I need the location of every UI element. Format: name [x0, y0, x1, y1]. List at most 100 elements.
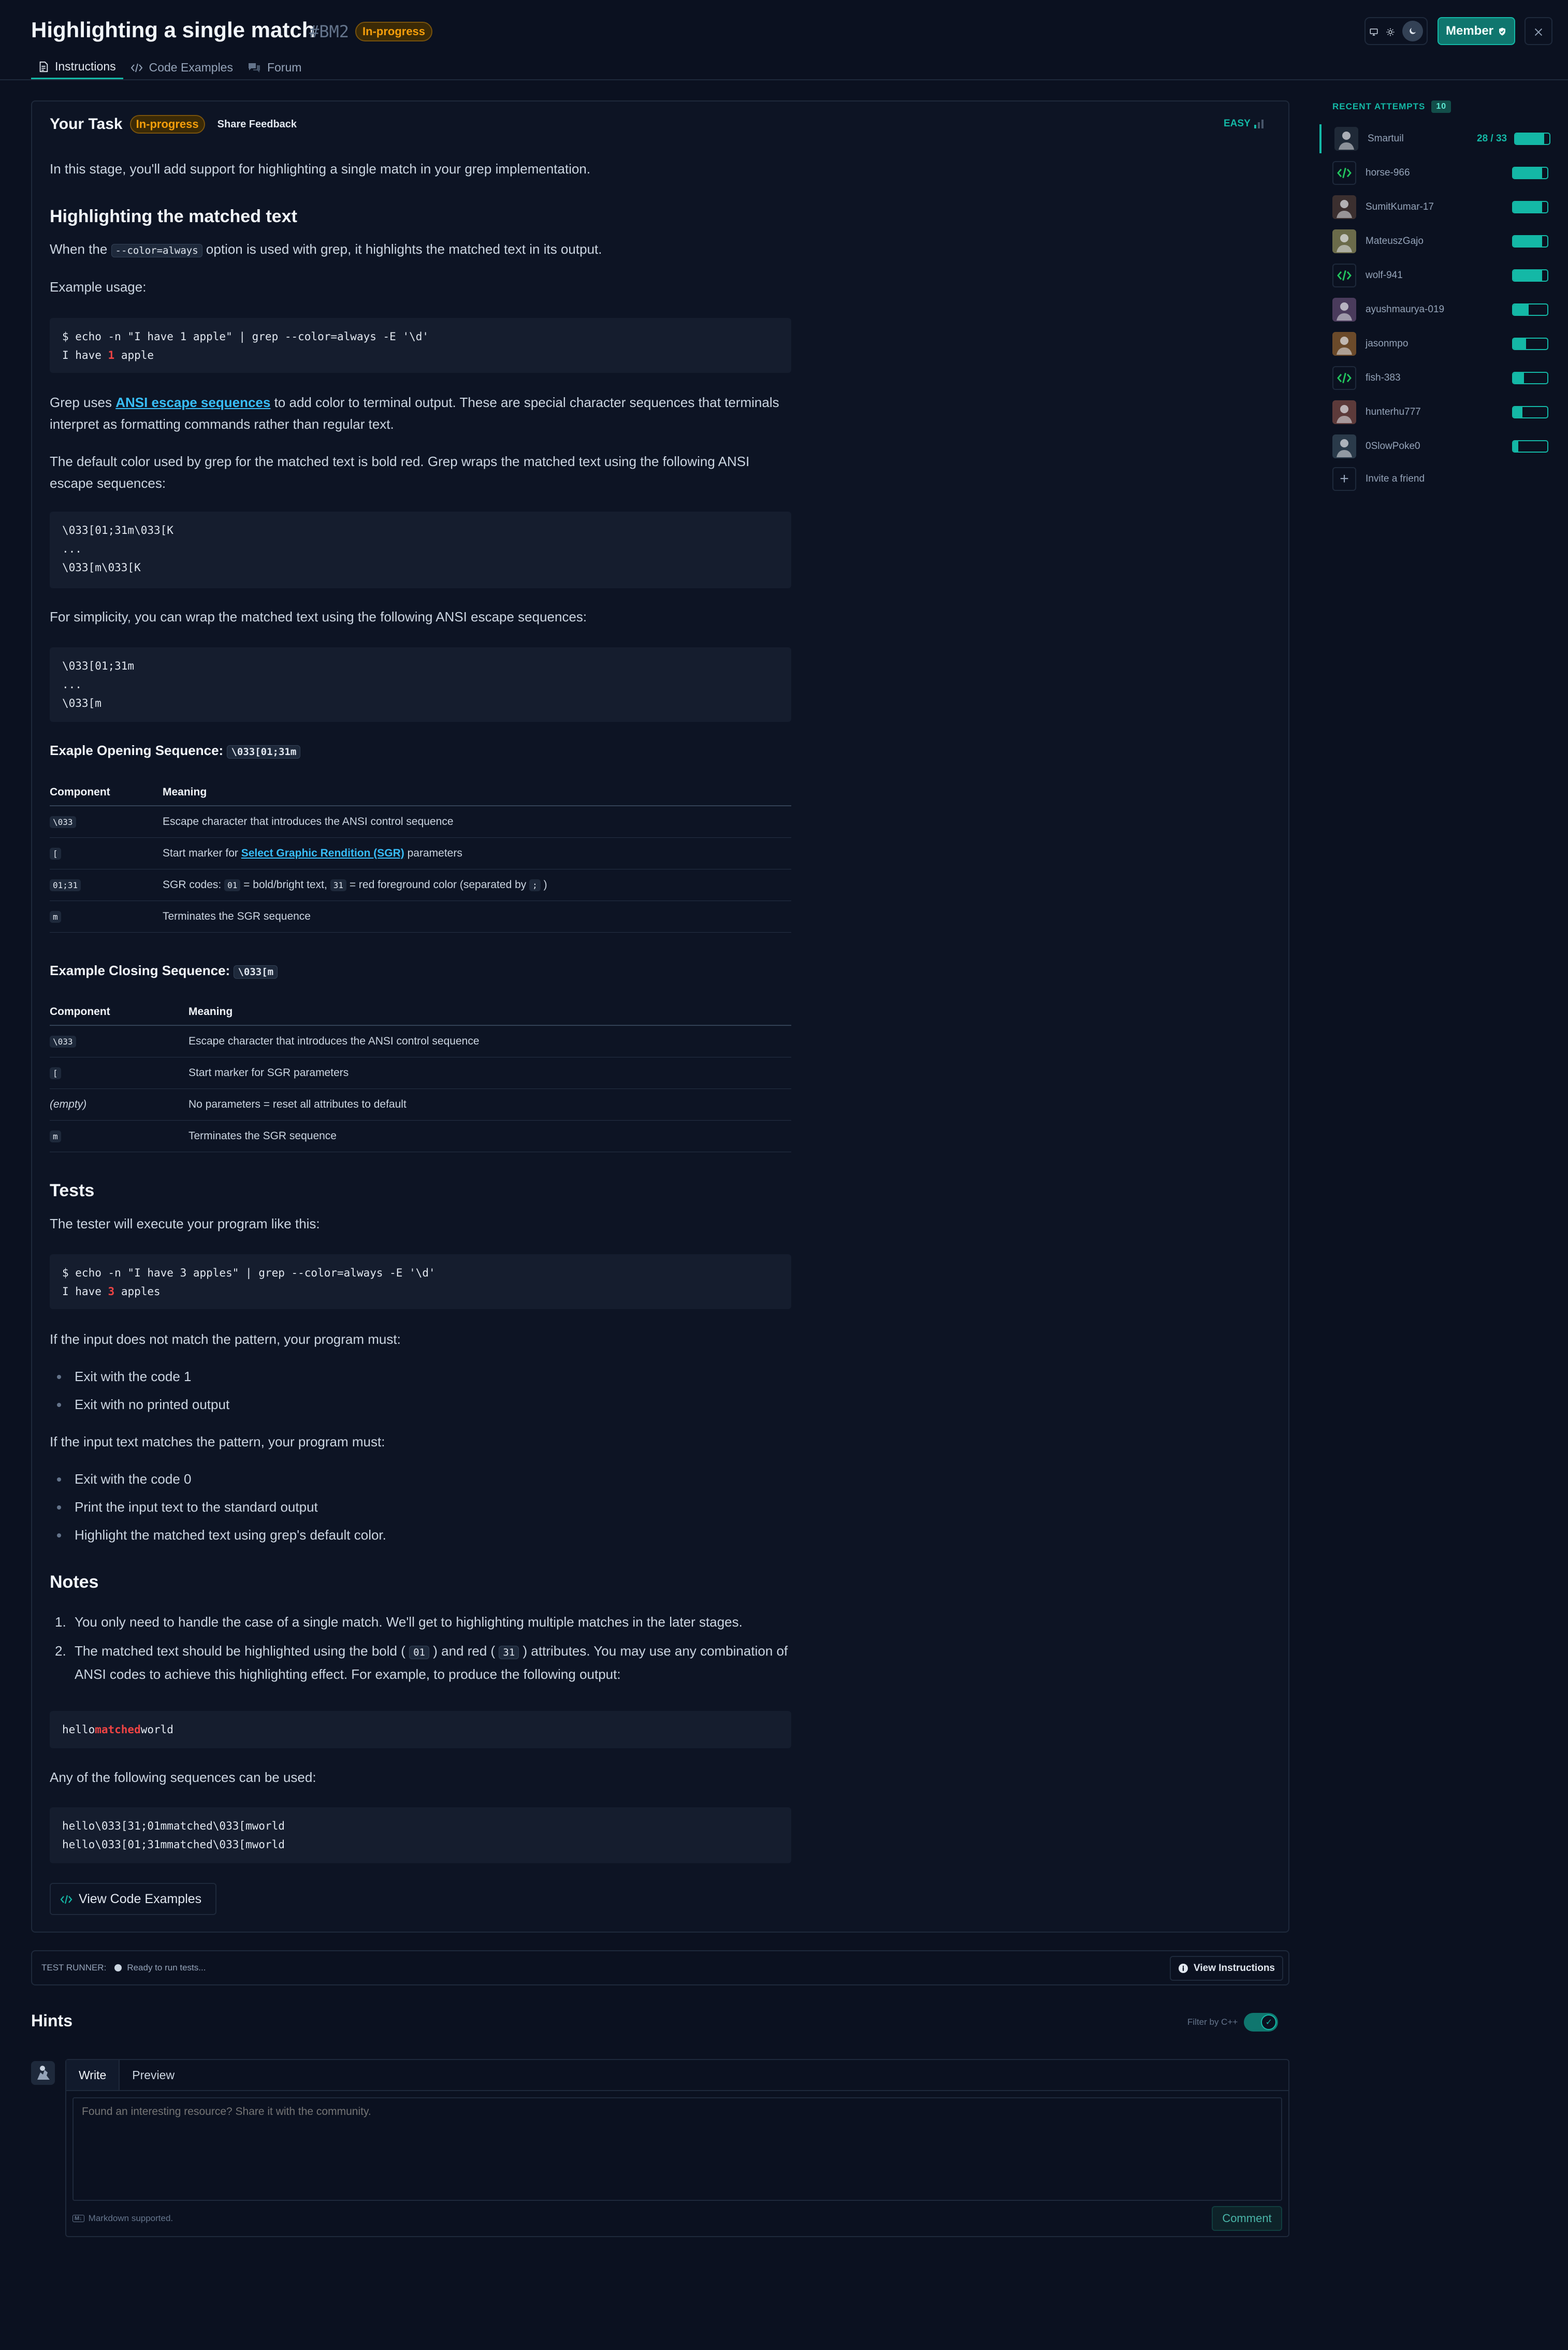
inline-code: --color=always: [111, 244, 202, 257]
table-cell: Terminates the SGR sequence: [163, 901, 791, 933]
sgr-link[interactable]: Select Graphic Rendition (SGR): [241, 847, 404, 859]
text-fragment: SGR codes:: [163, 878, 222, 891]
difficulty-label: EASY: [1224, 118, 1251, 129]
recent-attempts-header: RECENT ATTEMPTS 10: [1332, 100, 1451, 113]
table-row: m Terminates the SGR sequence: [50, 901, 791, 933]
code-block-simple-sequence: \033[01;31m ... \033[m: [50, 647, 791, 722]
invite-friend-button[interactable]: + Invite a friend: [1332, 467, 1425, 491]
list-number: 1.: [55, 1614, 66, 1630]
inline-code: 31: [330, 879, 346, 891]
tab-write[interactable]: Write: [66, 2060, 120, 2090]
code-text: hello: [62, 1723, 95, 1736]
progress-bar: [1512, 269, 1548, 282]
code-line: I have 1 apple: [62, 346, 779, 365]
any-following-text: Any of the following sequences can be us…: [50, 1769, 316, 1785]
list-item: Print the input text to the standard out…: [50, 1496, 790, 1518]
list-item: 2. The matched text should be highlighted…: [50, 1640, 790, 1685]
attempt-username: MateuszGajo: [1366, 236, 1424, 246]
inline-code: \033: [50, 816, 76, 828]
table-cell: 01;31: [50, 869, 163, 901]
test-runner-status: Ready to run tests...: [127, 1963, 206, 1972]
signal-bars-icon: [1254, 118, 1264, 129]
page-title: Highlighting a single match: [31, 18, 315, 42]
intro-text: In this stage, you'll add support for hi…: [50, 161, 591, 177]
hint-textarea[interactable]: [72, 2097, 1282, 2201]
code-block-grep-sequence: \033[01;31m\033[K ... \033[m\033[K: [50, 512, 791, 588]
attempt-username: ayushmaurya-019: [1366, 304, 1445, 315]
attempt-username: hunterhu777: [1366, 407, 1421, 417]
ansi-escape-link[interactable]: ANSI escape sequences: [115, 395, 270, 410]
attempt-row[interactable]: hunterhu777: [1319, 398, 1550, 427]
attempt-row[interactable]: horse-966: [1319, 158, 1550, 187]
markdown-label: Markdown supported.: [88, 2213, 173, 2223]
table-cell: SGR codes: 01 = bold/bright text, 31 = r…: [163, 869, 791, 901]
attempt-row[interactable]: MateuszGajo: [1319, 227, 1550, 256]
table-cell: Start marker for SGR parameters: [188, 1057, 791, 1089]
code-block-test: $ echo -n "I have 3 apples" | grep --col…: [50, 1254, 791, 1309]
default-color-text: The default color used by grep for the m…: [50, 454, 750, 491]
progress-bar: [1512, 201, 1548, 213]
share-feedback-button[interactable]: Share Feedback: [212, 117, 302, 133]
attempt-row[interactable]: wolf-941: [1319, 261, 1550, 290]
moon-icon[interactable]: [1402, 21, 1423, 41]
table-cell: \033: [50, 806, 163, 838]
status-dot: [114, 1964, 122, 1971]
button-label: View Instructions: [1194, 1963, 1275, 1974]
tab-code-examples[interactable]: Code Examples: [123, 55, 240, 80]
text-fragment: Start marker for: [163, 847, 238, 859]
tab-preview[interactable]: Preview: [120, 2060, 187, 2090]
filter-toggle[interactable]: ✓: [1244, 2013, 1279, 2032]
code-line: $ echo -n "I have 1 apple" | grep --colo…: [62, 330, 429, 343]
inline-code: 01;31: [50, 879, 81, 891]
button-label: View Code Examples: [79, 1891, 202, 1906]
member-button[interactable]: Member: [1438, 17, 1515, 45]
example-usage-label: Example usage:: [50, 279, 147, 295]
attempt-row[interactable]: fish-383: [1319, 364, 1550, 393]
invite-label: Invite a friend: [1366, 473, 1425, 484]
list-item: 1. You only need to handle the case of a …: [50, 1611, 790, 1633]
monitor-icon[interactable]: [1369, 23, 1378, 39]
attempt-row[interactable]: SumitKumar-17: [1319, 193, 1550, 222]
view-code-examples-button[interactable]: View Code Examples: [50, 1883, 216, 1915]
close-button[interactable]: [1525, 17, 1552, 45]
sun-icon[interactable]: [1386, 23, 1395, 39]
opening-sequence-table: Component Meaning \033 Escape character th…: [50, 779, 791, 933]
closing-sequence-table: Component Meaning \033 Escape character th…: [50, 998, 791, 1152]
attempt-username: 0SlowPoke0: [1366, 441, 1420, 452]
progress-bar: [1512, 372, 1548, 384]
attempt-row[interactable]: ayushmaurya-019: [1319, 295, 1550, 324]
note-text: You only need to handle the case of a si…: [75, 1614, 743, 1630]
table-cell: Escape character that introduces the ANS…: [188, 1025, 791, 1057]
code-icon: [1332, 366, 1356, 390]
task-status-badge: In-progress: [129, 115, 205, 134]
attempt-row[interactable]: 0SlowPoke0: [1319, 432, 1550, 461]
view-instructions-button[interactable]: View Instructions: [1170, 1956, 1283, 1981]
text-fragment: option is used with grep, it highlights …: [206, 241, 602, 257]
text-fragment: The matched text should be highlighted u…: [75, 1643, 405, 1659]
test-runner-label: TEST RUNNER:: [41, 1963, 107, 1972]
tab-label: Forum: [267, 60, 302, 74]
color-option-text: When the --color=always option is used w…: [50, 238, 790, 262]
table-cell: No parameters = reset all attributes to …: [188, 1089, 791, 1121]
code-text: apples: [114, 1285, 161, 1298]
member-label: Member: [1445, 24, 1494, 38]
progress-bar: [1512, 406, 1548, 418]
tester-text: The tester will execute your program lik…: [50, 1216, 320, 1231]
progress-bar: [1512, 440, 1548, 453]
attempt-row[interactable]: Smartuil 28 / 33: [1319, 124, 1550, 153]
tab-forum[interactable]: Forum: [240, 55, 309, 80]
table-row: \033 Escape character that introduces the…: [50, 1025, 791, 1057]
comment-button[interactable]: Comment: [1212, 2206, 1282, 2231]
match-list: Exit with the code 0 Print the input tex…: [50, 1468, 790, 1552]
inline-code: [: [50, 847, 61, 860]
highlighted-match: 3: [108, 1285, 115, 1298]
progress-fill: [1513, 202, 1543, 212]
avatar: [1332, 400, 1356, 424]
document-icon: [38, 60, 49, 74]
no-match-list: Exit with the code 1 Exit with no printe…: [50, 1366, 790, 1421]
tab-instructions[interactable]: Instructions: [31, 55, 123, 80]
attempt-row[interactable]: jasonmpo: [1319, 329, 1550, 358]
tabs-divider: [0, 79, 1568, 80]
code-text: I have: [62, 349, 108, 361]
avatar: [1332, 298, 1356, 322]
